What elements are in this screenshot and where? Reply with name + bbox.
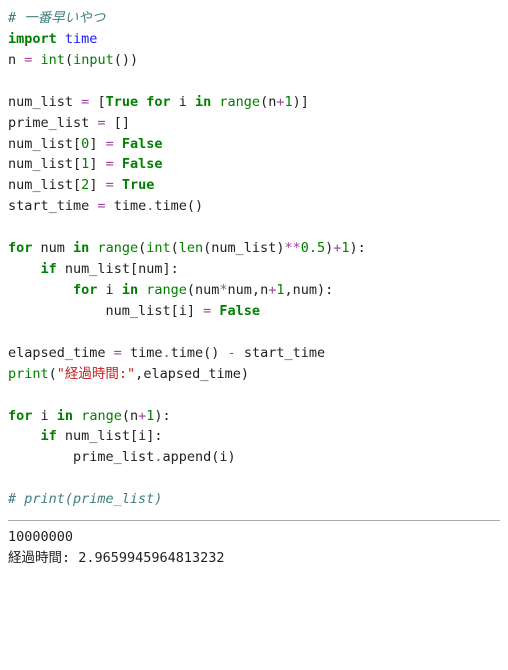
output-block: 10000000 経過時間: 2.9659945964813232 xyxy=(8,520,500,569)
builtin-input: input xyxy=(73,52,114,68)
module-time: time xyxy=(65,31,98,47)
kw-if: if xyxy=(41,261,57,277)
builtin-len: len xyxy=(179,240,203,256)
comment-line: # 一番早いやつ xyxy=(8,10,105,26)
kw-for: for xyxy=(8,240,32,256)
builtin-range: range xyxy=(219,94,260,110)
kw-import: import xyxy=(8,31,57,47)
ident-starttime: start_time xyxy=(8,198,97,214)
string-literal: "経過時間:" xyxy=(57,366,135,382)
output-line-2: 経過時間: 2.9659945964813232 xyxy=(8,550,225,566)
ident-elapsed: elapsed_time xyxy=(8,345,114,361)
comment-line: # print(prime_list) xyxy=(8,491,162,507)
const-false: False xyxy=(122,136,163,152)
const-true: True xyxy=(106,94,139,110)
builtin-print: print xyxy=(8,366,49,382)
code-block: # 一番早いやつ import time n = int(input()) nu… xyxy=(8,8,500,510)
builtin-int: int xyxy=(41,52,65,68)
ident-primelist: prime_list xyxy=(8,115,97,131)
ident-numlist: num_list xyxy=(8,94,81,110)
output-line-1: 10000000 xyxy=(8,529,73,545)
ident-n: n xyxy=(8,52,24,68)
